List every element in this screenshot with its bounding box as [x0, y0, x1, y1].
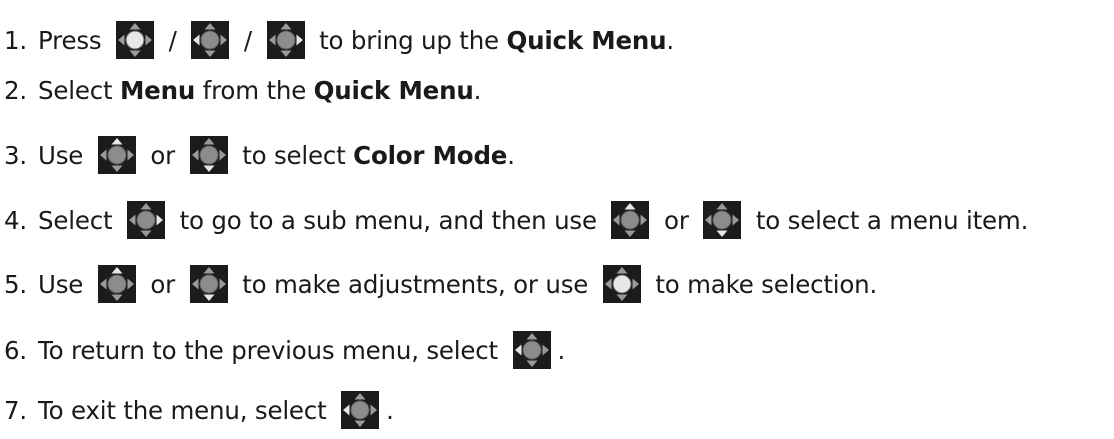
joystick-left-icon [191, 21, 230, 59]
step-number: 3. [4, 140, 27, 170]
step-text: or [656, 205, 697, 235]
step-text: Use [38, 140, 91, 170]
step-text: To exit the menu, select [38, 395, 335, 425]
step-number: 6. [4, 335, 27, 365]
step-text: Use [38, 269, 91, 299]
joystick-up-icon [97, 265, 136, 303]
step-number: 5. [4, 269, 27, 299]
step-text: . [507, 140, 515, 170]
joystick-left-icon [341, 391, 380, 429]
joystick-up-icon [611, 201, 650, 239]
step-text: to make selection. [647, 269, 878, 299]
instruction-step: 6. To return to the previous menu, select… [4, 328, 565, 372]
joystick-down-icon [189, 265, 228, 303]
instruction-step: 1. Press / / to bring up the Quick Menu. [4, 18, 674, 62]
step-text: To return to the previous menu, select [38, 335, 506, 365]
step-text: . [557, 335, 566, 365]
step-text: or [142, 140, 183, 170]
step-text: . [386, 395, 394, 425]
step-number: 4. [4, 205, 27, 235]
step-text: Select [38, 205, 120, 235]
instruction-step: 2. Select Menu from the Quick Menu. [4, 68, 481, 112]
joystick-left-icon [512, 331, 551, 369]
instruction-step: 7. To exit the menu, select . [4, 388, 394, 432]
joystick-up-icon [97, 136, 136, 174]
step-text: to select [234, 140, 354, 170]
joystick-center-icon [116, 21, 155, 59]
joystick-right-icon [266, 21, 305, 59]
step-text: to make adjustments, or use [234, 269, 596, 299]
step-text: to bring up the [311, 25, 507, 55]
step-text: to select a menu item. [748, 205, 1029, 235]
step-text: . [473, 75, 482, 105]
menu-term: Color Mode [353, 140, 508, 170]
menu-term: Quick Menu [506, 25, 667, 55]
step-text: Press [38, 25, 110, 55]
instruction-step: 3. Use or to select Color Mode. [4, 133, 515, 177]
instruction-step: 5. Use or to make adjustments, or use to … [4, 262, 877, 306]
step-text: / [236, 25, 260, 55]
step-text: Select [38, 75, 120, 105]
step-text: / [161, 25, 185, 55]
step-number: 2. [4, 75, 27, 105]
step-text: or [142, 269, 183, 299]
joystick-center-icon [602, 265, 641, 303]
menu-term: Menu [119, 75, 196, 105]
step-text: from the [195, 75, 314, 105]
step-number: 7. [4, 395, 27, 425]
step-text: . [666, 25, 674, 55]
joystick-down-icon [189, 136, 228, 174]
step-number: 1. [4, 25, 27, 55]
joystick-right-icon [126, 201, 165, 239]
step-text: to go to a sub menu, and then use [171, 205, 605, 235]
menu-term: Quick Menu [313, 75, 474, 105]
instruction-step: 4. Select to go to a sub menu, and then u… [4, 198, 1028, 242]
joystick-down-icon [703, 201, 742, 239]
